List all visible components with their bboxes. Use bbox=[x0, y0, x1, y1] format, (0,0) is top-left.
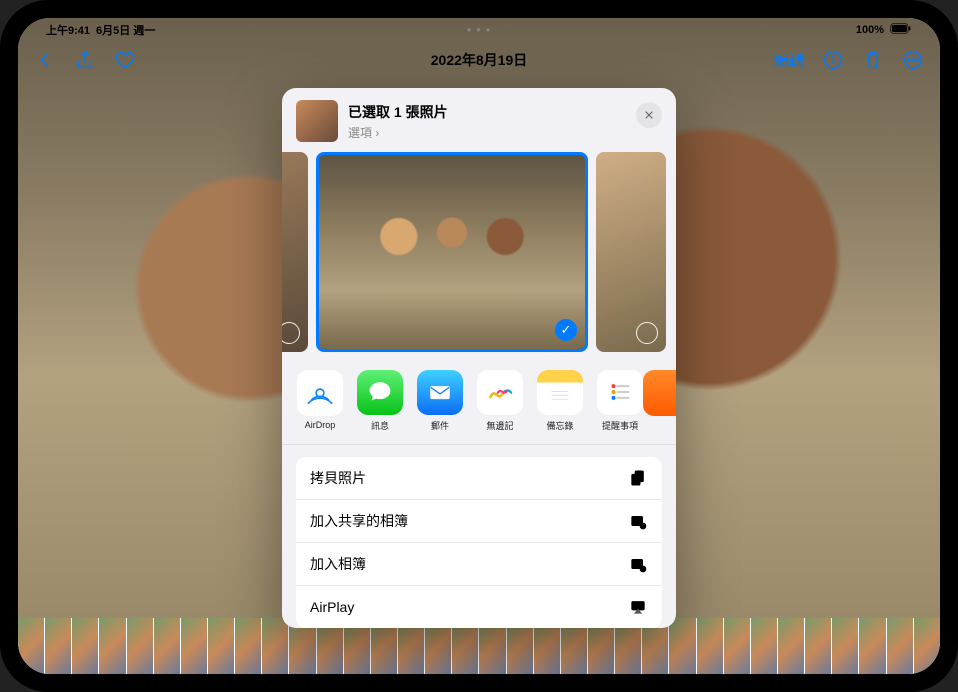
back-icon[interactable] bbox=[34, 49, 56, 71]
photo-option-next[interactable] bbox=[596, 152, 666, 352]
share-sheet-header: 已選取 1 張照片 選項 › bbox=[282, 88, 676, 152]
favorite-icon[interactable] bbox=[114, 49, 136, 71]
album-icon bbox=[628, 554, 648, 574]
messages-icon bbox=[357, 370, 403, 416]
action-label: 加入共享的相簿 bbox=[310, 511, 408, 531]
close-icon[interactable] bbox=[636, 102, 662, 128]
share-app-airdrop[interactable]: AirDrop bbox=[296, 370, 344, 433]
share-app-messages[interactable]: 訊息 bbox=[356, 370, 404, 433]
shared-album-icon bbox=[628, 511, 648, 531]
action-label: 加入相簿 bbox=[310, 554, 366, 574]
app-label: 提醒事項 bbox=[602, 419, 638, 432]
share-app-row[interactable]: AirDrop 訊息 郵件 bbox=[282, 364, 676, 446]
app-label: 訊息 bbox=[371, 419, 389, 432]
share-app-freeform[interactable]: 無邊記 bbox=[476, 370, 524, 433]
share-app-reminders[interactable]: 提醒事項 bbox=[596, 370, 644, 433]
airdrop-icon bbox=[297, 370, 343, 416]
edit-button[interactable]: 編輯 bbox=[774, 50, 804, 71]
status-date: 6月5日 週一 bbox=[96, 22, 155, 38]
action-add-shared-album[interactable]: 加入共享的相簿 bbox=[296, 500, 662, 543]
mail-icon bbox=[417, 370, 463, 416]
check-icon: ✓ bbox=[555, 319, 577, 341]
action-label: AirPlay bbox=[310, 599, 354, 615]
info-icon[interactable] bbox=[822, 49, 844, 71]
share-photo-selector[interactable]: ✓ bbox=[282, 152, 676, 364]
action-label: 拷貝照片 bbox=[310, 468, 366, 488]
nav-title: 2022年8月19日 bbox=[431, 50, 528, 70]
app-icon-partial bbox=[643, 370, 676, 416]
share-options-button[interactable]: 選項 › bbox=[348, 124, 448, 141]
share-thumbnail bbox=[296, 100, 338, 142]
app-label: 備忘錄 bbox=[546, 419, 573, 432]
share-action-list: 拷貝照片 加入共享的相簿 加入相簿 bbox=[296, 457, 662, 628]
battery-icon bbox=[890, 23, 912, 37]
share-app-more[interactable] bbox=[656, 370, 676, 433]
ipad-device-frame: 上午9:41 6月5日 週一 • • • 100% bbox=[0, 0, 958, 692]
multitask-dots[interactable]: • • • bbox=[467, 23, 491, 37]
reminders-icon bbox=[597, 370, 643, 416]
app-label: 郵件 bbox=[431, 419, 449, 432]
screen: 上午9:41 6月5日 週一 • • • 100% bbox=[18, 18, 940, 674]
status-time: 上午9:41 bbox=[46, 22, 90, 38]
airplay-icon bbox=[628, 597, 648, 617]
action-airplay[interactable]: AirPlay bbox=[296, 586, 662, 628]
share-sheet-title: 已選取 1 張照片 bbox=[348, 102, 448, 122]
share-icon[interactable] bbox=[74, 49, 96, 71]
share-app-mail[interactable]: 郵件 bbox=[416, 370, 464, 433]
notes-icon bbox=[537, 370, 583, 416]
freeform-icon bbox=[477, 370, 523, 416]
app-label: AirDrop bbox=[305, 420, 336, 430]
action-copy-photo[interactable]: 拷貝照片 bbox=[296, 457, 662, 500]
share-sheet: 已選取 1 張照片 選項 › ✓ bbox=[282, 88, 676, 628]
copy-icon bbox=[628, 468, 648, 488]
status-bar: 上午9:41 6月5日 週一 • • • 100% bbox=[18, 18, 940, 40]
nav-bar: 2022年8月19日 編輯 bbox=[18, 40, 940, 80]
photo-option-selected[interactable]: ✓ bbox=[316, 152, 588, 352]
app-label: 無邊記 bbox=[486, 419, 513, 432]
more-icon[interactable] bbox=[902, 49, 924, 71]
battery-percentage: 100% bbox=[856, 24, 884, 36]
share-app-notes[interactable]: 備忘錄 bbox=[536, 370, 584, 433]
action-add-album[interactable]: 加入相簿 bbox=[296, 543, 662, 586]
photo-option-prev[interactable] bbox=[282, 152, 308, 352]
trash-icon[interactable] bbox=[862, 49, 884, 71]
